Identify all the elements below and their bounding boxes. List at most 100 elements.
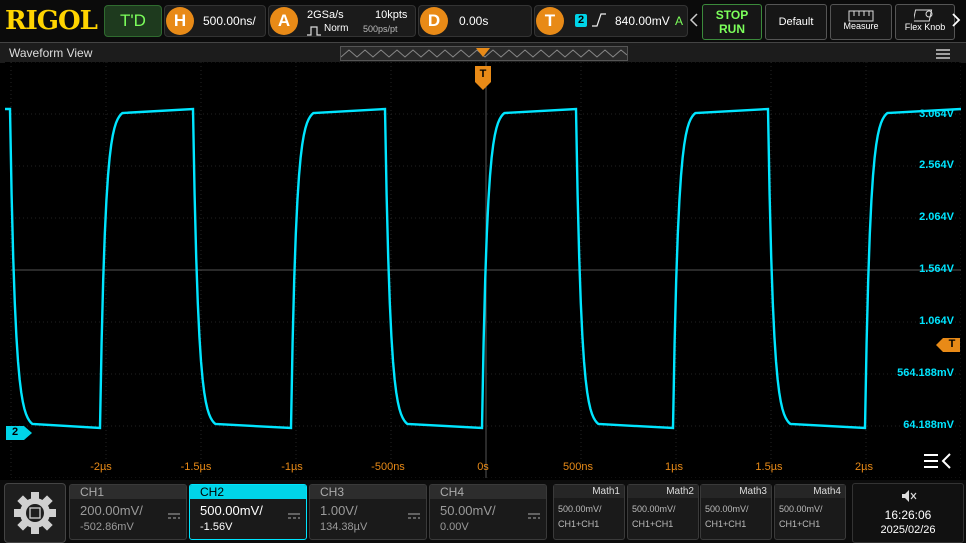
math-scale: 500.00mV/ bbox=[632, 504, 676, 514]
horizontal-icon: H bbox=[166, 7, 194, 35]
math-4-panel[interactable]: Math4 500.00mV/CH1+CH1 bbox=[774, 484, 846, 540]
channel2-trace bbox=[5, 107, 961, 430]
x-axis-label: -1µs bbox=[281, 461, 303, 473]
rigol-logo: RIGOL bbox=[5, 6, 98, 36]
channel2-offset-marker-icon[interactable]: 2 bbox=[6, 426, 32, 440]
channel-name: CH4 bbox=[430, 485, 546, 499]
channel-offset: -502.86mV bbox=[80, 521, 134, 533]
default-button[interactable]: Default bbox=[765, 4, 827, 40]
math-name: Math1 bbox=[554, 485, 624, 498]
x-axis-label: -2µs bbox=[90, 461, 112, 473]
status-panel: 16:26:06 2025/02/26 bbox=[852, 483, 964, 543]
channel-4-panel[interactable]: CH4 50.00mV/0.00V bbox=[429, 484, 547, 540]
chevron-right-icon[interactable] bbox=[951, 12, 961, 28]
math-scale: 500.00mV/ bbox=[558, 504, 602, 514]
timebase-value: 500.00ns/ bbox=[203, 14, 256, 28]
measure-button[interactable]: Measure bbox=[830, 4, 892, 40]
channel-1-panel[interactable]: CH1 200.00mV/-502.86mV bbox=[69, 484, 187, 540]
knob-icon bbox=[912, 8, 936, 22]
y-axis-label: 2.564V bbox=[919, 159, 954, 171]
trigger-icon: T bbox=[536, 7, 564, 35]
dc-coupling-icon bbox=[408, 506, 420, 519]
x-axis-label: -500ns bbox=[371, 461, 405, 473]
channel-name: CH3 bbox=[310, 485, 426, 499]
math-scale: 500.00mV/ bbox=[705, 504, 749, 514]
mode-label: T'D bbox=[120, 11, 146, 30]
channel-offset: 0.00V bbox=[440, 521, 469, 533]
channel-offset: -1.56V bbox=[200, 521, 233, 533]
math-expression: CH1+CH1 bbox=[632, 519, 674, 529]
acquire-settings[interactable]: A 2GSa/s Norm 10kpts 500ps/pt bbox=[268, 5, 416, 37]
trigger-level-marker-icon[interactable]: T bbox=[936, 338, 960, 352]
clock-date: 2025/02/26 bbox=[880, 524, 936, 536]
home-button[interactable] bbox=[4, 483, 66, 543]
gear-icon bbox=[10, 488, 60, 538]
speaker-muted-icon[interactable] bbox=[901, 489, 917, 503]
waveform-graticule bbox=[5, 62, 961, 478]
clock-time: 16:26:06 bbox=[884, 508, 932, 522]
run-label: RUN bbox=[719, 22, 745, 36]
math-name: Math4 bbox=[775, 485, 845, 498]
trigger-status: A bbox=[675, 14, 684, 28]
sample-rate: 2GSa/s bbox=[307, 9, 344, 21]
acquire-icon: A bbox=[270, 7, 298, 35]
menu-icon[interactable] bbox=[935, 47, 951, 59]
math-expression: CH1+CH1 bbox=[558, 519, 600, 529]
flex-knob-button[interactable]: Flex Knob bbox=[895, 4, 955, 40]
y-axis-label: 3.064V bbox=[919, 108, 954, 120]
flex-knob-label: Flex Knob bbox=[904, 22, 946, 32]
math-name: Math2 bbox=[628, 485, 698, 498]
bottom-status-bar: CH1 200.00mV/-502.86mV CH2 500.00mV/-1.56V C… bbox=[0, 480, 966, 543]
default-label: Default bbox=[778, 16, 814, 28]
trigger-position-marker-icon bbox=[476, 45, 490, 57]
ruler-icon bbox=[848, 9, 874, 22]
trigger-time-marker-label: T bbox=[479, 68, 487, 80]
channel-name: CH1 bbox=[70, 485, 186, 499]
trigger-level: 840.00mV bbox=[615, 14, 670, 28]
y-axis-label: 64.188mV bbox=[903, 419, 954, 431]
y-axis-label: 1.064V bbox=[919, 315, 954, 327]
mode-button[interactable]: T'D bbox=[104, 5, 162, 37]
acquire-mode: Norm bbox=[324, 23, 349, 34]
delay-settings[interactable]: D 0.00s bbox=[418, 5, 532, 37]
x-axis-label: 0s bbox=[477, 461, 489, 473]
measure-label: Measure bbox=[843, 21, 879, 31]
channel-3-panel[interactable]: CH3 1.00V/134.38µV bbox=[309, 484, 427, 540]
dc-coupling-icon bbox=[168, 506, 180, 519]
x-axis-label: 500ns bbox=[563, 461, 593, 473]
trigger-level-marker-label: T bbox=[948, 338, 956, 350]
stop-label: STOP bbox=[715, 8, 749, 22]
memory-depth: 10kpts bbox=[375, 9, 408, 21]
waveform-view-header: Waveform View bbox=[0, 42, 966, 63]
y-axis-label: 564.188mV bbox=[897, 367, 954, 379]
horizontal-settings[interactable]: H 500.00ns/ bbox=[164, 5, 266, 37]
dc-coupling-icon bbox=[288, 506, 300, 519]
top-toolbar: RIGOL T'D H 500.00ns/ A 2GSa/s Norm 10kp… bbox=[0, 0, 966, 42]
x-axis-label: -1.5µs bbox=[180, 461, 212, 473]
channel-name: CH2 bbox=[190, 485, 306, 499]
waveform-view-title: Waveform View bbox=[9, 46, 93, 60]
x-axis-label: 1.5µs bbox=[755, 461, 783, 473]
math-3-panel[interactable]: Math3 500.00mV/CH1+CH1 bbox=[700, 484, 772, 540]
chevron-left-icon[interactable] bbox=[689, 12, 699, 28]
channel-offset: 134.38µV bbox=[320, 521, 368, 533]
trigger-settings[interactable]: T 2 840.00mV A bbox=[534, 5, 688, 37]
waveform-display[interactable] bbox=[5, 62, 961, 478]
channel2-offset-marker-label: 2 bbox=[11, 426, 19, 438]
y-axis-label: 2.064V bbox=[919, 211, 954, 223]
run-stop-button[interactable]: STOP RUN bbox=[702, 4, 762, 40]
rising-edge-icon bbox=[591, 12, 607, 28]
time-per-point: 500ps/pt bbox=[363, 24, 398, 34]
math-name: Math3 bbox=[701, 485, 771, 498]
x-axis-label: 2µs bbox=[855, 461, 873, 473]
math-expression: CH1+CH1 bbox=[705, 519, 747, 529]
trigger-time-marker-icon[interactable]: T bbox=[475, 66, 491, 90]
collapse-icon[interactable] bbox=[922, 451, 952, 471]
math-expression: CH1+CH1 bbox=[779, 519, 821, 529]
math-1-panel[interactable]: Math1 500.00mV/CH1+CH1 bbox=[553, 484, 625, 540]
channel-2-panel[interactable]: CH2 500.00mV/-1.56V bbox=[189, 484, 307, 540]
x-axis-label: 1µs bbox=[665, 461, 683, 473]
math-2-panel[interactable]: Math2 500.00mV/CH1+CH1 bbox=[627, 484, 699, 540]
delay-icon: D bbox=[420, 7, 448, 35]
y-axis-label: 1.564V bbox=[919, 263, 954, 275]
